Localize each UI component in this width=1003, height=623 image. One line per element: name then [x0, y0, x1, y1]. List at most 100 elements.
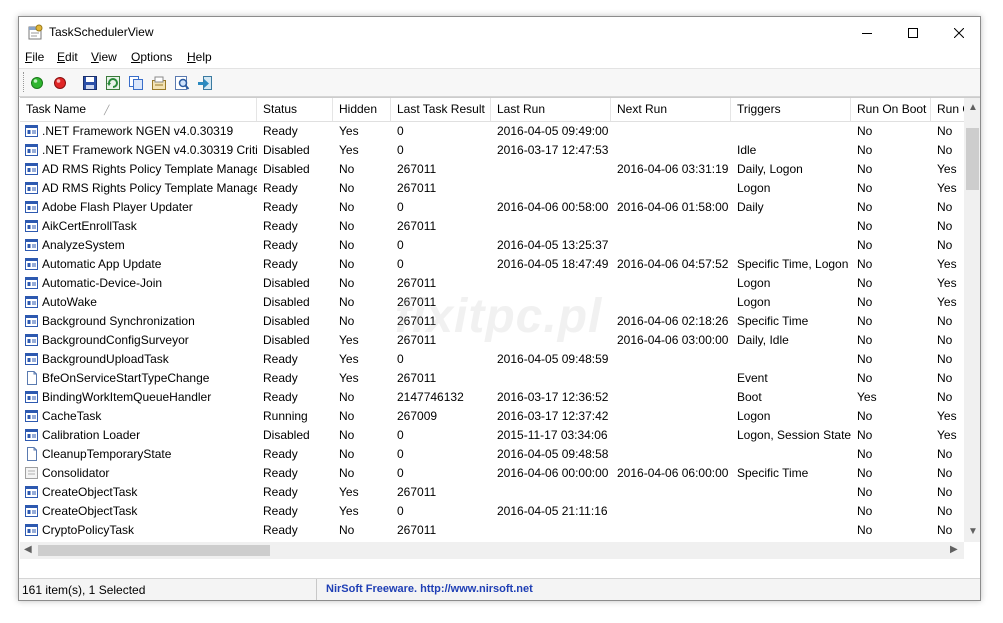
cell-triggers: Specific Time, Logon	[737, 257, 849, 271]
cell-last-run: 2016-04-06 00:58:00	[497, 200, 609, 214]
table-row[interactable]: Automatic App Update Ready No 0 2016-04-05 1…	[20, 255, 965, 274]
table-row[interactable]: Consolidator Ready No 0 2016-04-06 00:00:00 2…	[20, 464, 965, 483]
cell-next-run: 2016-04-06 03:31:19	[617, 162, 729, 176]
cell-next-run	[611, 502, 731, 521]
horizontal-scrollbar[interactable]: ◀ ▶	[20, 542, 964, 559]
table-row[interactable]: CleanupTemporaryState Ready No 0 2016-04-05 …	[20, 445, 965, 464]
cell-status: Disabled	[263, 162, 310, 176]
column-header-triggers[interactable]: Triggers	[731, 98, 851, 121]
menu-view[interactable]: View	[91, 50, 117, 64]
cell-next-run	[611, 407, 731, 426]
table-row[interactable]: BindingWorkItemQueueHandler Ready No 214774…	[20, 388, 965, 407]
table-row[interactable]: CreateObjectTask Ready Yes 267011 No No	[20, 483, 965, 502]
table-row[interactable]: CryptoPolicyTask Ready No 267011 No No	[20, 521, 965, 540]
cell-last-task-result: 0	[397, 257, 404, 271]
column-header-status[interactable]: Status	[257, 98, 333, 121]
cell-last-run: 2016-04-05 09:49:00	[497, 124, 609, 138]
menu-help[interactable]: Help	[187, 50, 212, 64]
cell-next-run	[611, 179, 731, 198]
scroll-right-icon[interactable]: ▶	[950, 544, 958, 555]
cell-run-on-boot: No	[857, 238, 873, 252]
cell-last-task-result: 0	[397, 238, 404, 252]
cell-name: Consolidator	[42, 466, 110, 480]
cell-run-on-boot: No	[857, 314, 873, 328]
cell-run-on-boot: No	[857, 466, 873, 480]
maximize-button[interactable]	[890, 17, 936, 48]
vertical-scroll-thumb[interactable]	[966, 128, 979, 190]
copy-button[interactable]	[126, 73, 146, 92]
cell-hidden: No	[339, 238, 355, 252]
cell-last-run: 2016-03-17 12:37:42	[497, 409, 609, 423]
cell-status: Ready	[263, 124, 298, 138]
table-row[interactable]: AikCertEnrollTask Ready No 267011 No No	[20, 217, 965, 236]
table-row[interactable]: AnalyzeSystem Ready No 0 2016-04-05 13:25:37…	[20, 236, 965, 255]
refresh-button[interactable]	[103, 73, 123, 92]
title-bar[interactable]: TaskSchedulerView	[19, 17, 980, 48]
cell-last-run: 2016-03-17 12:47:53	[497, 143, 609, 157]
cell-next-run	[611, 141, 731, 160]
horizontal-scroll-thumb[interactable]	[38, 545, 270, 556]
menu-options[interactable]: Options	[131, 50, 172, 64]
save-button[interactable]	[80, 73, 100, 92]
table-row[interactable]: Adobe Flash Player Updater Ready No 0 2016-0…	[20, 198, 965, 217]
cell-run-on-boot: No	[857, 352, 873, 366]
disable-task-button[interactable]	[50, 73, 70, 92]
cell-next-run	[611, 274, 731, 293]
table-row[interactable]: BackgroundUploadTask Ready Yes 0 2016-04-05 …	[20, 350, 965, 369]
cell-run-on-boot: No	[857, 143, 873, 157]
cell-name: Adobe Flash Player Updater	[42, 200, 193, 214]
properties-icon	[152, 76, 166, 90]
column-header-next-run[interactable]: Next Run	[611, 98, 731, 121]
cell-last-task-result: 267011	[397, 371, 437, 385]
table-row[interactable]: .NET Framework NGEN v4.0.30319 Ready Yes 0 2…	[20, 122, 965, 141]
cell-hidden: No	[339, 314, 355, 328]
scroll-left-icon[interactable]: ◀	[24, 544, 32, 555]
scroll-down-icon[interactable]: ▼	[968, 526, 978, 537]
cell-next-run: 2016-04-06 03:00:00	[617, 333, 729, 347]
cell-status: Ready	[263, 466, 298, 480]
table-row[interactable]: AD RMS Rights Policy Template Management…	[20, 160, 965, 179]
column-header-run-on-boot[interactable]: Run On Boot	[851, 98, 931, 121]
column-header-last-run[interactable]: Last Run	[491, 98, 611, 121]
scroll-up-icon[interactable]: ▲	[968, 102, 978, 113]
column-header-task-name[interactable]: Task Name ╱	[20, 98, 257, 121]
cell-run-on-boot: No	[857, 485, 873, 499]
close-button[interactable]	[936, 17, 980, 48]
cell-run-on-boot: No	[857, 371, 873, 385]
cell-name: CacheTask	[42, 409, 102, 423]
cell-status: Ready	[263, 181, 298, 195]
table-row[interactable]: Calibration Loader Disabled No 0 2015-11-17 …	[20, 426, 965, 445]
cell-triggers: Logon	[737, 276, 771, 290]
cell-hidden: No	[339, 219, 355, 233]
cell-last-run	[491, 179, 611, 198]
table-row[interactable]: CreateObjectTask Ready Yes 0 2016-04-05 21:1…	[20, 502, 965, 521]
vertical-scrollbar[interactable]: ▲ ▼	[964, 98, 980, 542]
table-row[interactable]: CacheTask Running No 267009 2016-03-17 12:37…	[20, 407, 965, 426]
cell-name: BindingWorkItemQueueHandler	[42, 390, 212, 404]
cell-name: AD RMS Rights Policy Template Management	[42, 162, 257, 176]
table-row[interactable]: AD RMS Rights Policy Template Management…	[20, 179, 965, 198]
minimize-button[interactable]	[844, 17, 890, 48]
enable-task-button[interactable]	[27, 73, 47, 92]
nirsoft-link[interactable]: NirSoft Freeware. http://www.nirsoft.net	[326, 579, 533, 600]
save-icon	[83, 75, 97, 90]
cell-run-on-boot: No	[857, 504, 873, 518]
cell-next-run	[611, 426, 731, 445]
exit-button[interactable]	[195, 73, 215, 92]
cell-last-task-result: 267011	[397, 181, 437, 195]
cell-triggers: Boot	[737, 390, 762, 404]
table-row[interactable]: .NET Framework NGEN v4.0.30319 Critical D…	[20, 141, 965, 160]
column-header-hidden[interactable]: Hidden	[333, 98, 391, 121]
cell-last-task-result: 0	[397, 352, 404, 366]
find-button[interactable]	[172, 73, 192, 92]
menu-file[interactable]: File	[25, 50, 44, 64]
column-header-last-task-result[interactable]: Last Task Result	[391, 98, 491, 121]
cell-run-on-boot: No	[857, 523, 873, 537]
properties-button[interactable]	[149, 73, 169, 92]
cell-next-run	[611, 236, 731, 255]
cell-last-task-result: 267011	[397, 485, 437, 499]
table-row[interactable]: BfeOnServiceStartTypeChange Ready Yes 26701…	[20, 369, 965, 388]
menu-edit[interactable]: Edit	[57, 50, 78, 64]
cell-triggers: Specific Time	[737, 314, 809, 328]
cell-triggers	[731, 521, 851, 540]
